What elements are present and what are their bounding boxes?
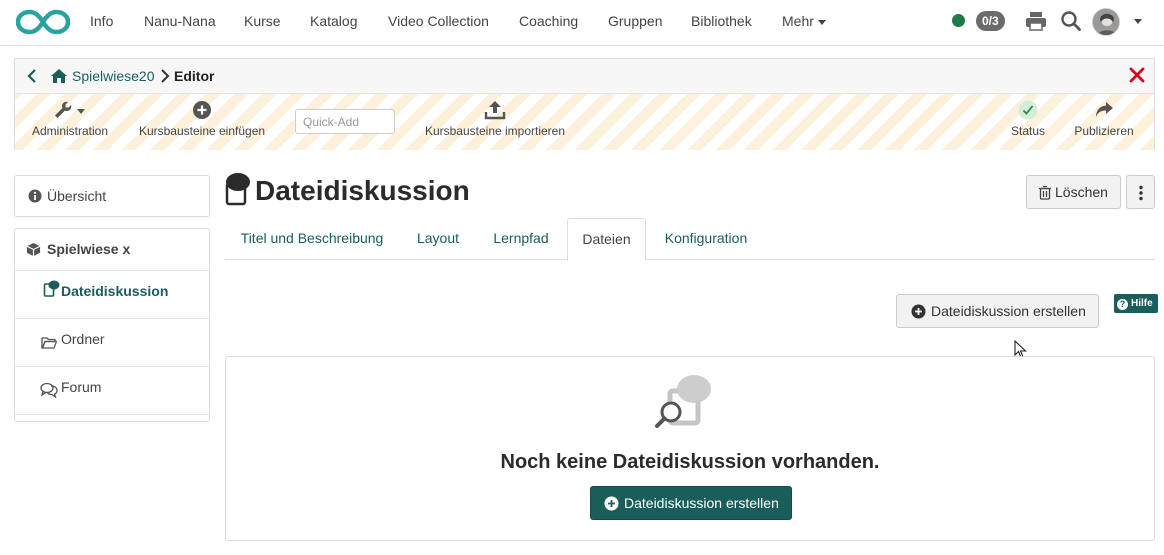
upload-icon bbox=[484, 101, 506, 120]
plus-circle-icon bbox=[604, 496, 619, 511]
status-check-icon bbox=[1018, 100, 1038, 120]
help-label: Hilfe bbox=[1131, 298, 1153, 309]
tree-item-label: Ordner bbox=[61, 331, 105, 347]
course-editor-toolbar: Spielwiese20 Editor Administration Kursb… bbox=[14, 58, 1155, 150]
forum-icon bbox=[40, 382, 58, 398]
administration-label: Administration bbox=[31, 124, 109, 138]
add-course-elements-label: Kursbausteine einfügen bbox=[138, 124, 266, 138]
page-title: Dateidiskussion bbox=[255, 175, 470, 206]
tab-konfiguration[interactable]: Konfiguration bbox=[650, 218, 762, 260]
trash-icon bbox=[1039, 185, 1051, 200]
status-button[interactable]: Status bbox=[1005, 94, 1051, 150]
print-icon[interactable] bbox=[1025, 10, 1047, 32]
home-icon[interactable] bbox=[50, 67, 68, 85]
tree-item-label: Forum bbox=[61, 379, 102, 395]
close-icon[interactable] bbox=[1128, 66, 1146, 84]
tab-dateien[interactable]: Dateien bbox=[567, 218, 646, 261]
info-icon bbox=[28, 189, 42, 203]
tree-item-course-root[interactable]: Spielwiese x bbox=[15, 229, 209, 271]
cube-icon bbox=[26, 242, 41, 257]
top-navigation: Info Nanu-Nana Kurse Katalog Video Colle… bbox=[0, 0, 1164, 46]
nav-more-menu[interactable]: Mehr bbox=[782, 13, 826, 29]
online-status-indicator[interactable] bbox=[952, 14, 965, 27]
share-arrow-icon bbox=[1096, 102, 1113, 117]
empty-state-panel: Noch keine Dateidiskussion vorhanden. Da… bbox=[225, 356, 1155, 541]
delete-button-label: Löschen bbox=[1055, 184, 1108, 200]
search-icon[interactable] bbox=[1060, 10, 1082, 32]
empty-state-message: Noch keine Dateidiskussion vorhanden. bbox=[500, 451, 880, 473]
sidebar-overview[interactable]: Übersicht bbox=[14, 175, 210, 217]
nav-info[interactable]: Info bbox=[90, 13, 113, 29]
delete-button[interactable]: Löschen bbox=[1026, 175, 1121, 209]
nav-katalog[interactable]: Katalog bbox=[310, 13, 357, 29]
create-file-discussion-button[interactable]: Dateidiskussion erstellen bbox=[896, 294, 1099, 328]
nav-gruppen[interactable]: Gruppen bbox=[608, 13, 662, 29]
breadcrumb-course-link[interactable]: Spielwiese20 bbox=[72, 68, 155, 84]
wrench-icon bbox=[55, 101, 85, 118]
nav-bibliothek[interactable]: Bibliothek bbox=[691, 13, 752, 29]
empty-file-discussion-icon bbox=[655, 375, 711, 428]
nav-coaching[interactable]: Coaching bbox=[519, 13, 578, 29]
logo-infinity-icon[interactable] bbox=[16, 8, 70, 36]
chevron-left-icon[interactable] bbox=[25, 68, 39, 84]
nav-video-collection[interactable]: Video Collection bbox=[388, 13, 489, 29]
tree-item-ordner[interactable]: Ordner bbox=[15, 319, 209, 367]
score-badge[interactable]: 0/3 bbox=[976, 11, 1005, 31]
file-discussion-icon bbox=[225, 173, 250, 206]
create-file-discussion-label: Dateidiskussion erstellen bbox=[931, 303, 1086, 319]
publish-button[interactable]: Publizieren bbox=[1071, 94, 1137, 150]
help-button[interactable]: ? Hilfe bbox=[1114, 294, 1158, 313]
nav-more-label: Mehr bbox=[782, 13, 814, 29]
folder-icon bbox=[41, 337, 57, 349]
status-label: Status bbox=[1010, 124, 1046, 138]
import-course-elements-button[interactable]: Kursbausteine importieren bbox=[421, 94, 569, 150]
question-icon: ? bbox=[1117, 299, 1128, 310]
chevron-down-icon[interactable] bbox=[1134, 19, 1142, 24]
editor-toolbar-actions: Administration Kursbausteine einfügen Ku… bbox=[15, 94, 1154, 150]
breadcrumb: Spielwiese20 Editor bbox=[15, 59, 1154, 94]
add-course-elements-button[interactable]: Kursbausteine einfügen bbox=[135, 94, 269, 150]
administration-button[interactable]: Administration bbox=[23, 94, 117, 150]
tree-item-forum[interactable]: Forum bbox=[15, 367, 209, 415]
tab-layout[interactable]: Layout bbox=[399, 218, 477, 260]
chevron-down-icon bbox=[817, 19, 826, 25]
sidebar-overview-label: Übersicht bbox=[47, 188, 107, 204]
plus-circle-icon bbox=[193, 101, 211, 119]
create-file-discussion-primary-label: Dateidiskussion erstellen bbox=[624, 495, 779, 511]
quick-add-input[interactable] bbox=[295, 109, 395, 134]
file-discussion-icon bbox=[43, 280, 60, 297]
user-avatar[interactable] bbox=[1092, 8, 1120, 36]
tab-lernpfad[interactable]: Lernpfad bbox=[477, 218, 565, 260]
plus-circle-icon bbox=[911, 304, 926, 319]
publish-label: Publizieren bbox=[1074, 124, 1134, 138]
create-file-discussion-primary-button[interactable]: Dateidiskussion erstellen bbox=[590, 486, 792, 520]
editor-tabs: Titel und Beschreibung Layout Lernpfad D… bbox=[225, 218, 1155, 261]
tree-item-dateidiskussion[interactable]: Dateidiskussion bbox=[15, 271, 209, 319]
vertical-ellipsis-icon bbox=[1139, 185, 1143, 201]
breadcrumb-current: Editor bbox=[174, 68, 215, 84]
import-course-elements-label: Kursbausteine importieren bbox=[424, 124, 566, 138]
tree-item-label: Dateidiskussion bbox=[61, 283, 169, 299]
tree-course-root-label: Spielwiese x bbox=[47, 241, 131, 257]
chevron-right-icon bbox=[161, 69, 170, 83]
course-tree: Spielwiese x Dateidiskussion Ordner Foru… bbox=[14, 228, 210, 422]
tab-titel-und-beschreibung[interactable]: Titel und Beschreibung bbox=[225, 218, 399, 260]
nav-kurse[interactable]: Kurse bbox=[244, 13, 281, 29]
nav-nanu-nana[interactable]: Nanu-Nana bbox=[144, 13, 216, 29]
more-options-button[interactable] bbox=[1126, 175, 1155, 209]
